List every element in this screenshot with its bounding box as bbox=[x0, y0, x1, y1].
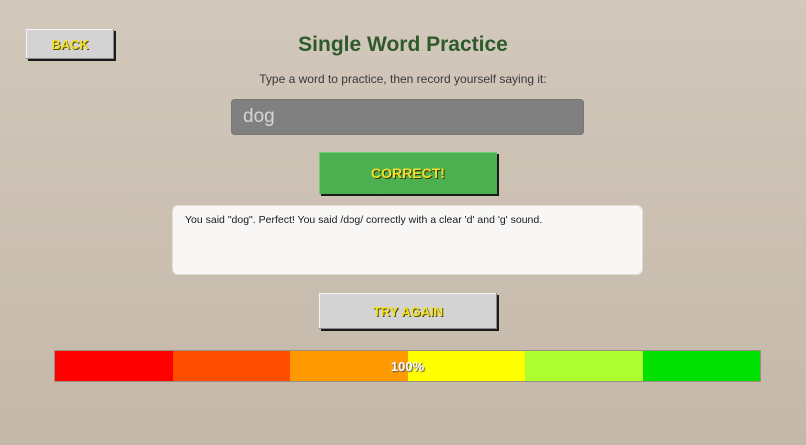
score-segment bbox=[642, 351, 760, 381]
try-again-button[interactable]: TRY AGAIN bbox=[319, 293, 497, 329]
correct-status-button: CORRECT! bbox=[319, 152, 497, 194]
page-title: Single Word Practice bbox=[298, 33, 508, 56]
score-bar: 100% bbox=[55, 351, 760, 381]
score-segment bbox=[172, 351, 290, 381]
feedback-box: You said "dog". Perfect! You said /dɔg/ … bbox=[173, 206, 642, 274]
instructions-text: Type a word to practice, then record you… bbox=[259, 72, 547, 86]
feedback-text: You said "dog". Perfect! You said /dɔg/ … bbox=[185, 214, 543, 226]
score-segment bbox=[55, 351, 173, 381]
word-input[interactable] bbox=[231, 99, 584, 135]
score-segment bbox=[407, 351, 525, 381]
score-segment bbox=[290, 351, 408, 381]
score-segment bbox=[525, 351, 643, 381]
